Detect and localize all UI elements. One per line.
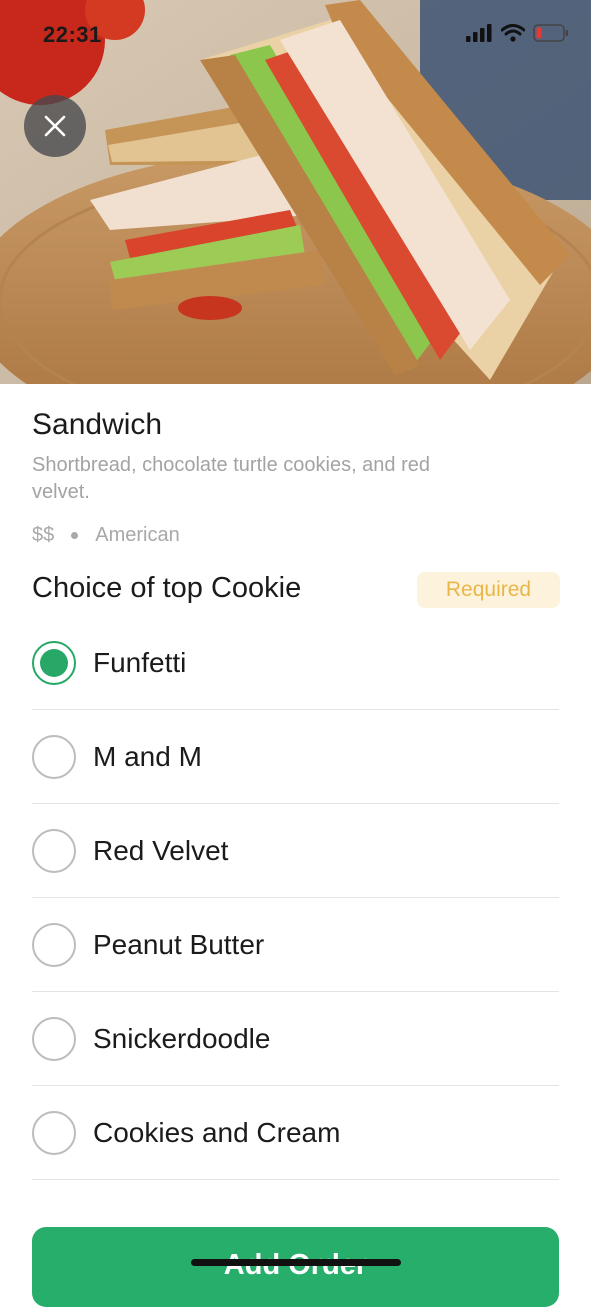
choice-section-title: Choice of top Cookie bbox=[32, 572, 302, 604]
home-indicator bbox=[191, 1259, 401, 1266]
option-red-velvet[interactable]: Red Velvet bbox=[32, 804, 559, 898]
battery-icon bbox=[533, 24, 568, 42]
close-icon bbox=[44, 115, 66, 137]
option-m-and-m[interactable]: M and M bbox=[32, 710, 559, 804]
status-bar: 22:31 bbox=[0, 0, 591, 70]
option-label: Funfetti bbox=[93, 646, 187, 678]
product-description: Shortbread, chocolate turtle cookies, an… bbox=[32, 454, 431, 503]
cuisine-label: American bbox=[95, 524, 180, 546]
radio-button[interactable] bbox=[32, 640, 76, 685]
radio-button[interactable] bbox=[32, 1016, 76, 1061]
radio-button[interactable] bbox=[32, 734, 76, 779]
separator-dot bbox=[71, 532, 79, 539]
radio-button[interactable] bbox=[32, 828, 76, 873]
option-label: Red Velvet bbox=[93, 834, 229, 866]
price-tier: $$ bbox=[32, 524, 55, 546]
option-label: M and M bbox=[93, 740, 202, 772]
radio-button[interactable] bbox=[32, 1110, 76, 1155]
cellular-signal-icon bbox=[466, 24, 492, 42]
radio-button[interactable] bbox=[32, 922, 76, 967]
add-order-button[interactable]: Add Order bbox=[32, 1227, 559, 1307]
close-button[interactable] bbox=[24, 95, 86, 157]
option-peanut-butter[interactable]: Peanut Butter bbox=[32, 898, 559, 992]
option-cookies-and-cream[interactable]: Cookies and Cream bbox=[32, 1086, 559, 1180]
product-meta: $$ American bbox=[32, 524, 180, 547]
option-snickerdoodle[interactable]: Snickerdoodle bbox=[32, 992, 559, 1086]
product-title: Sandwich bbox=[32, 408, 163, 441]
option-label: Snickerdoodle bbox=[93, 1022, 271, 1054]
option-funfetti[interactable]: Funfetti bbox=[32, 616, 559, 710]
option-label: Cookies and Cream bbox=[93, 1116, 341, 1148]
option-label: Peanut Butter bbox=[93, 928, 265, 960]
status-time: 22:31 bbox=[43, 22, 102, 47]
wifi-icon bbox=[501, 24, 525, 42]
required-badge: Required bbox=[417, 572, 560, 608]
cookie-options-list: Funfetti M and M Red Velvet Peanut Butte… bbox=[32, 616, 559, 1180]
